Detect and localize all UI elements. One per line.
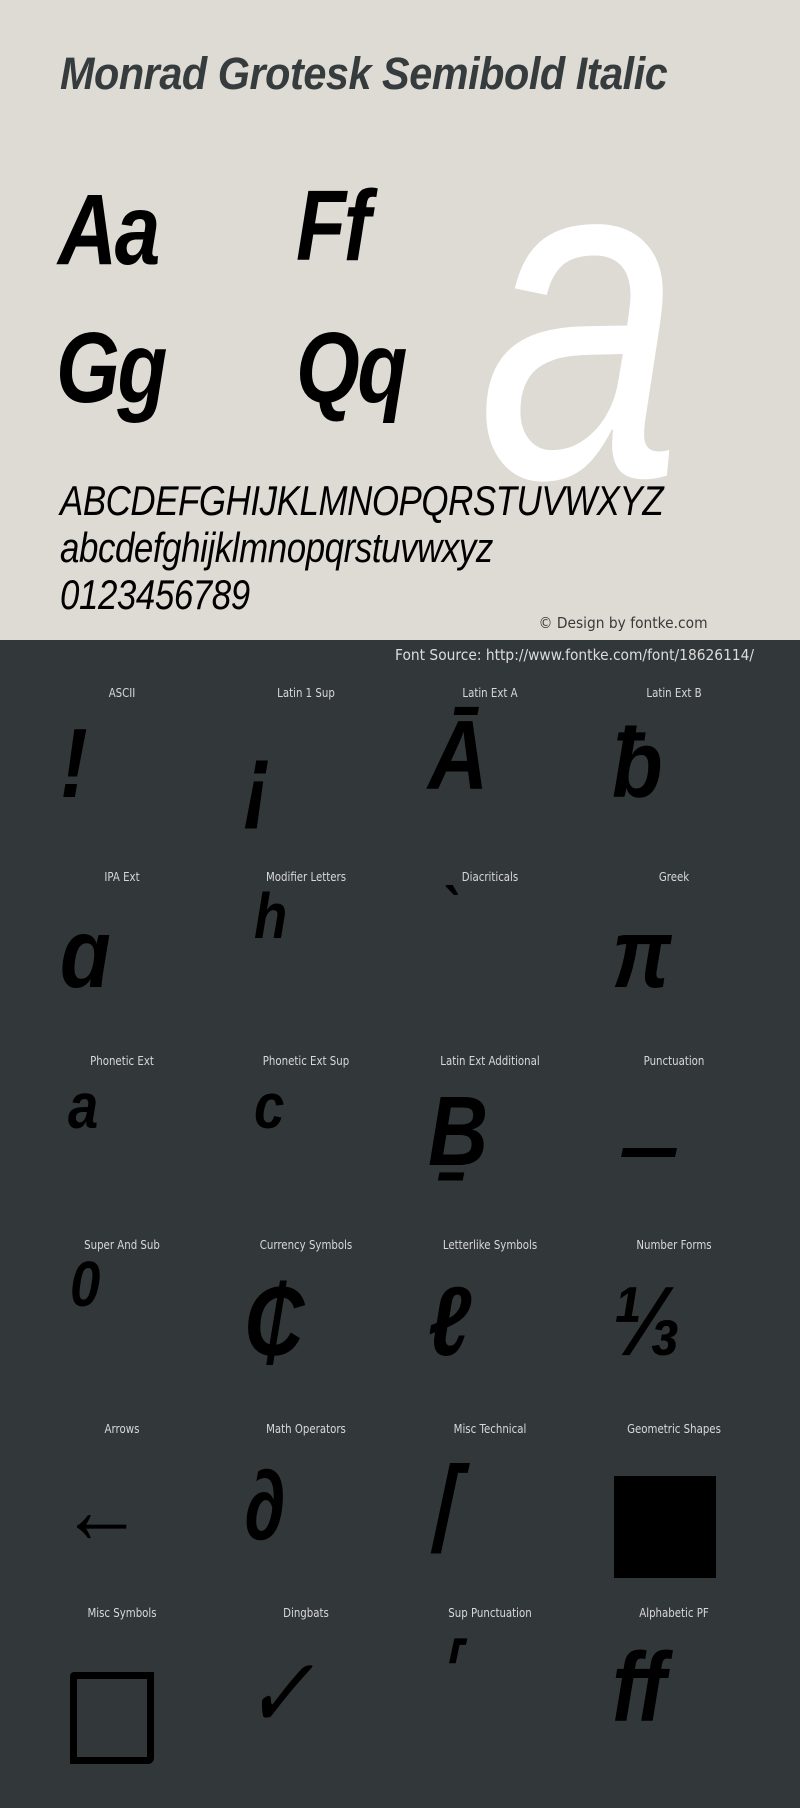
cedi-glyph: ₵ — [244, 1266, 305, 1376]
block-label: Currency Symbols — [259, 1238, 353, 1252]
superscript-a-glyph: a — [68, 1070, 99, 1142]
block-cell-sup-punctuation: Sup Punctuation ⸢ — [398, 1600, 582, 1784]
block-label: Sup Punctuation — [448, 1606, 532, 1620]
design-credit: © Design by fontke.com — [539, 614, 708, 632]
modifier-h-glyph: h — [254, 880, 288, 952]
black-square-glyph — [614, 1476, 716, 1578]
block-label: Latin Ext Additional — [440, 1054, 540, 1068]
block-cell-ipa-ext: IPA Ext ɑ — [30, 864, 214, 1048]
block-cell-currency-symbols: Currency Symbols ₵ — [214, 1232, 398, 1416]
block-label: Dingbats — [283, 1606, 329, 1620]
superscript-zero-glyph: 0 — [70, 1248, 101, 1320]
block-cell-latin-ext-a: Latin Ext A Ā — [398, 680, 582, 864]
block-label: ASCII — [108, 686, 136, 700]
block-label: Phonetic Ext Sup — [262, 1054, 350, 1068]
source-bar: Font Source: http://www.fontke.com/font/… — [0, 640, 800, 680]
specimen-pair-aa: Aa — [58, 174, 160, 286]
en-dash-glyph — [621, 1148, 677, 1157]
block-cell-super-and-sub: Super And Sub 0 — [30, 1232, 214, 1416]
block-cell-misc-technical: Misc Technical ⌈ — [398, 1416, 582, 1600]
hollow-square-glyph — [70, 1672, 154, 1764]
block-label: Latin Ext A — [462, 686, 518, 700]
block-cell-latin-ext-b: Latin Ext B ƀ — [582, 680, 766, 864]
digits-row: 0123456789 — [60, 571, 250, 618]
block-label: Misc Symbols — [87, 1606, 157, 1620]
block-cell-math-operators: Math Operators ∂ — [214, 1416, 398, 1600]
block-label: Punctuation — [643, 1054, 705, 1068]
block-cell-latin-1-sup: Latin 1 Sup ¡ — [214, 680, 398, 864]
uppercase-alphabet: ABCDEFGHIJKLMNOPQRSTUVWXYZ — [60, 477, 664, 524]
b-stroke-glyph: ƀ — [612, 708, 663, 818]
specimen-panel: Monrad Grotesk Semibold Italic Aa Ff Gg … — [0, 0, 800, 640]
block-label: Math Operators — [266, 1422, 346, 1436]
font-source-link[interactable]: Font Source: http://www.fontke.com/font/… — [395, 646, 754, 664]
block-label: Latin 1 Sup — [277, 686, 335, 700]
script-l-glyph: ℓ — [428, 1266, 472, 1376]
block-cell-number-forms: Number Forms ⅓ — [582, 1232, 766, 1416]
top-left-half-bracket-glyph: ⸢ — [440, 1630, 462, 1702]
block-label: IPA Ext — [104, 870, 140, 884]
block-cell-letterlike-symbols: Letterlike Symbols ℓ — [398, 1232, 582, 1416]
block-cell-alphabetic-pf: Alphabetic PF ff — [582, 1600, 766, 1784]
block-cell-ascii: ASCII ! — [30, 680, 214, 864]
block-cell-greek: Greek π — [582, 864, 766, 1048]
exclamation-glyph: ! — [60, 708, 88, 818]
b-macron-below-glyph: Ḇ — [428, 1076, 489, 1186]
inverted-exclamation-glyph: ¡ — [244, 724, 272, 834]
block-label: Number Forms — [636, 1238, 712, 1252]
block-label: Diacriticals — [461, 870, 519, 884]
block-label: Super And Sub — [84, 1238, 160, 1252]
block-label: Geometric Shapes — [627, 1422, 721, 1436]
alpha-latin-glyph: ɑ — [60, 898, 111, 1008]
specimen-pair-ff: Ff — [296, 170, 371, 282]
left-arrow-glyph: ← — [60, 1454, 144, 1564]
one-third-glyph: ⅓ — [612, 1266, 682, 1376]
block-cell-latin-ext-additional: Latin Ext Additional Ḇ — [398, 1048, 582, 1232]
block-cell-geometric-shapes: Geometric Shapes — [582, 1416, 766, 1600]
block-cell-phonetic-ext-sup: Phonetic Ext Sup c — [214, 1048, 398, 1232]
superscript-c-glyph: c — [254, 1070, 285, 1142]
lowercase-alphabet: abcdefghijklmnopqrstuvwxyz — [60, 524, 493, 571]
check-mark-glyph: ✓ — [244, 1638, 314, 1748]
block-label: Misc Technical — [453, 1422, 527, 1436]
block-cell-diacriticals: Diacriticals ` — [398, 864, 582, 1048]
block-label: Letterlike Symbols — [442, 1238, 538, 1252]
block-label: Latin Ext B — [646, 686, 702, 700]
block-label: Arrows — [104, 1422, 140, 1436]
block-cell-modifier-letters: Modifier Letters h — [214, 864, 398, 1048]
block-cell-phonetic-ext: Phonetic Ext a — [30, 1048, 214, 1232]
block-cell-arrows: Arrows ← — [30, 1416, 214, 1600]
block-label: Greek — [658, 870, 690, 884]
specimen-pair-gg: Gg — [56, 312, 167, 424]
block-label: Alphabetic PF — [639, 1606, 709, 1620]
block-label: Phonetic Ext — [90, 1054, 154, 1068]
left-ceiling-glyph: ⌈ — [428, 1450, 461, 1560]
ff-ligature-glyph: ff — [612, 1632, 666, 1742]
specimen-pair-qq: Qq — [296, 312, 407, 424]
block-cell-misc-symbols: Misc Symbols — [30, 1600, 214, 1784]
grave-accent-glyph: ` — [438, 874, 457, 946]
pi-glyph: π — [612, 898, 672, 1008]
a-macron-glyph: Ā — [428, 700, 489, 810]
unicode-block-grid: ASCII ! Latin 1 Sup ¡ Latin Ext A Ā Lati… — [0, 680, 800, 1784]
block-cell-punctuation: Punctuation — [582, 1048, 766, 1232]
partial-differential-glyph: ∂ — [244, 1450, 286, 1560]
block-cell-dingbats: Dingbats ✓ — [214, 1600, 398, 1784]
block-label: Modifier Letters — [265, 870, 347, 884]
